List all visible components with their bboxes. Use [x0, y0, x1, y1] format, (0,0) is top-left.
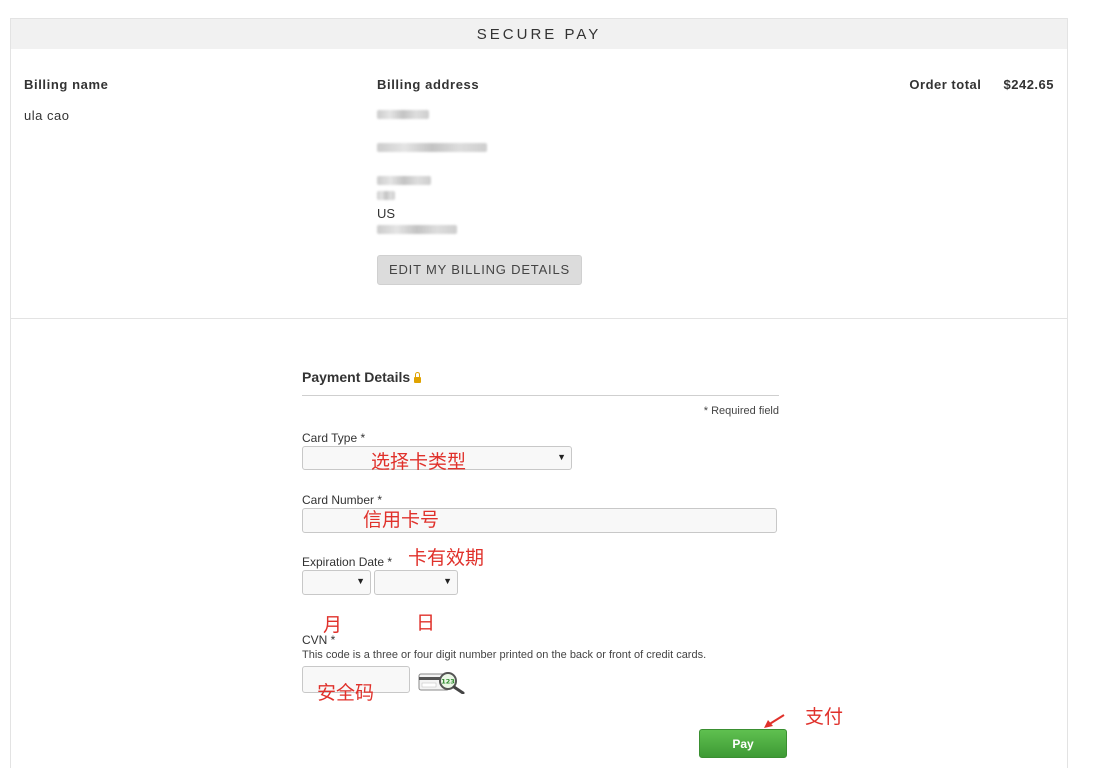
cvn-label: CVN * — [302, 633, 336, 647]
payment-details-title: Payment Details — [302, 369, 422, 385]
redacted-address-city — [377, 176, 431, 185]
svg-text:123: 123 — [441, 678, 455, 686]
payment-divider — [302, 395, 779, 396]
lock-icon — [414, 372, 422, 383]
secure-pay-page: SECURE PAY Billing name ula cao Billing … — [0, 0, 1095, 768]
page-title: SECURE PAY — [476, 26, 602, 43]
annotation-cvn: 安全码 — [317, 682, 375, 704]
billing-address-label: Billing address — [377, 77, 480, 92]
redacted-address-street — [377, 143, 487, 152]
billing-address-country: US — [377, 206, 396, 221]
annotation-card-number: 信用卡号 — [363, 509, 440, 531]
required-field-note: * Required field — [703, 405, 779, 417]
billing-section: Billing name ula cao Billing address US … — [11, 50, 1067, 319]
red-arrow-icon — [764, 714, 785, 728]
redacted-address-phone — [377, 225, 457, 234]
chevron-down-icon: ▼ — [557, 452, 566, 462]
card-number-label: Card Number * — [302, 493, 383, 507]
chevron-down-icon: ▼ — [443, 576, 452, 586]
chevron-down-icon: ▼ — [356, 576, 365, 586]
redacted-address-state — [377, 191, 395, 200]
annotation-card-type: 选择卡类型 — [371, 451, 467, 473]
billing-name-value: ula cao — [24, 108, 70, 123]
payment-details-title-text: Payment Details — [302, 369, 411, 385]
pay-button[interactable]: Pay — [699, 729, 787, 758]
order-total: Order total $242.65 — [909, 77, 1054, 92]
annotation-pay: 支付 — [805, 706, 844, 728]
card-type-label: Card Type * — [302, 431, 366, 445]
order-total-label: Order total — [909, 77, 982, 92]
panel-header: SECURE PAY — [11, 19, 1067, 49]
secure-pay-panel: SECURE PAY Billing name ula cao Billing … — [10, 18, 1068, 768]
expiration-date-label: Expiration Date * — [302, 555, 393, 569]
billing-name-column: Billing name ula cao — [24, 77, 324, 123]
expiration-year-select[interactable]: ▼ — [374, 570, 458, 595]
redacted-address-name — [377, 110, 429, 119]
annotation-expiration: 卡有效期 — [408, 547, 485, 569]
edit-billing-details-button[interactable]: EDIT MY BILLING DETAILS — [377, 255, 582, 285]
order-total-value: $242.65 — [1003, 77, 1054, 92]
expiration-month-select[interactable]: ▼ — [302, 570, 371, 595]
annotation-day: 日 — [416, 612, 436, 634]
billing-address-column: Billing address US EDIT MY BILLING DETAI… — [377, 77, 737, 285]
billing-name-label: Billing name — [24, 77, 109, 92]
card-cvn-icon: 123 — [418, 672, 465, 694]
cvn-help-text: This code is a three or four digit numbe… — [302, 649, 707, 661]
